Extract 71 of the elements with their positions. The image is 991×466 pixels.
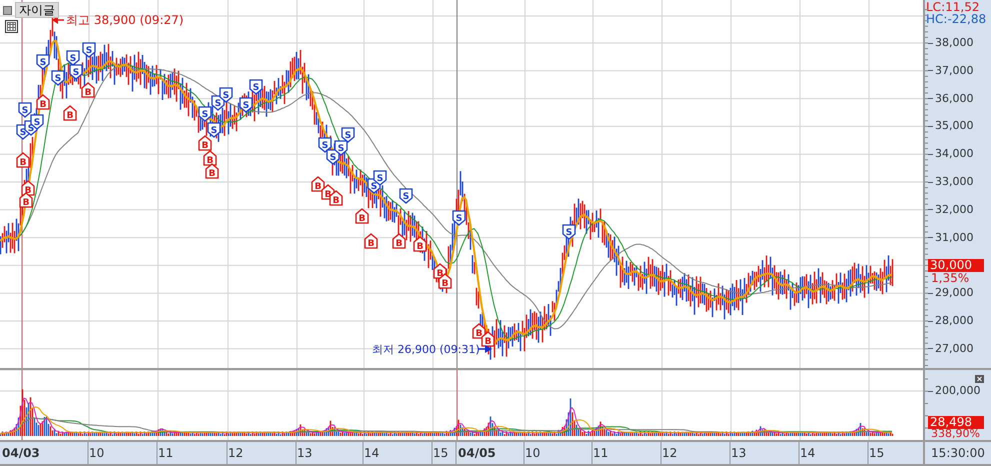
arrow-icon bbox=[478, 345, 492, 353]
sell-signal-marker: S bbox=[207, 122, 221, 138]
time-axis-label: 11 bbox=[593, 446, 608, 460]
buy-signal-marker: B bbox=[198, 135, 212, 151]
time-axis-label: 10 bbox=[525, 446, 540, 460]
buy-signal-marker: B bbox=[81, 82, 95, 98]
buy-signal-marker: B bbox=[205, 163, 219, 179]
axis-label: 33,000 bbox=[935, 176, 974, 188]
buy-signal-marker: B bbox=[481, 331, 495, 347]
axis-label: 37,000 bbox=[935, 64, 974, 77]
time-axis-label: 04/03 bbox=[2, 446, 40, 460]
sell-signal-marker: S bbox=[399, 188, 413, 204]
time-axis-label: 14 bbox=[800, 446, 816, 460]
current-volume-tag: 28,498 bbox=[928, 416, 984, 429]
sell-signal-marker: S bbox=[239, 97, 253, 113]
buy-signal-marker: B bbox=[355, 208, 369, 224]
sell-signal-marker: S bbox=[452, 210, 466, 226]
buy-signal-marker: B bbox=[413, 236, 427, 252]
time-axis-label: 12 bbox=[228, 446, 244, 460]
hc-value: HC:-22,88 bbox=[926, 13, 986, 25]
axis-label: 200,000 bbox=[935, 385, 980, 397]
axis-label: 36,000 bbox=[935, 92, 974, 105]
sell-signal-marker: S bbox=[66, 50, 80, 66]
time-axis-label: 13 bbox=[731, 446, 746, 460]
axis-label: 38,000 bbox=[935, 37, 974, 49]
buy-signal-marker: B bbox=[19, 192, 33, 208]
buy-signal-marker: B bbox=[63, 105, 77, 121]
buy-signal-marker: B bbox=[311, 176, 325, 192]
sell-signal-marker: S bbox=[36, 54, 50, 70]
buy-signal-marker: B bbox=[203, 150, 217, 166]
close-icon[interactable] bbox=[975, 375, 984, 383]
high-price-note: 최고 38,900 (09:27) bbox=[66, 13, 184, 27]
buy-signal-marker: B bbox=[16, 152, 30, 168]
change-percent: 1,35% bbox=[931, 272, 970, 286]
axis-label: 34,000 bbox=[935, 148, 974, 160]
axis-label: 28,000 bbox=[935, 315, 974, 327]
sell-signal-marker: S bbox=[82, 42, 96, 58]
lc-value: LC:11,52 bbox=[926, 1, 980, 13]
time-axis-label: 04/05 bbox=[458, 446, 496, 460]
axis-label: 32,000 bbox=[935, 204, 974, 216]
axis-label: 35,000 bbox=[935, 120, 974, 132]
time-axis-label: 13 bbox=[297, 446, 312, 460]
window-control-icon[interactable] bbox=[3, 6, 12, 14]
buy-signal-marker: B bbox=[392, 233, 406, 249]
buy-signal-marker: B bbox=[329, 190, 343, 206]
buy-signal-marker: B bbox=[36, 94, 50, 110]
axis-label: 31,000 bbox=[935, 232, 974, 244]
time-axis-label: 11 bbox=[158, 446, 174, 460]
sell-signal-marker: S bbox=[334, 140, 348, 156]
stock-name-tab[interactable]: 자이글 bbox=[15, 2, 59, 18]
sell-signal-marker: S bbox=[18, 102, 32, 118]
arrow-icon bbox=[52, 16, 64, 24]
axis-label: 29,000 bbox=[935, 287, 974, 300]
sell-signal-marker: S bbox=[562, 224, 576, 240]
table-icon[interactable] bbox=[5, 20, 18, 33]
time-axis-label: 14 bbox=[364, 446, 380, 460]
sell-signal-marker: S bbox=[219, 87, 233, 103]
current-price-tag: 30,000 bbox=[928, 259, 984, 272]
time-axis-label: 15 bbox=[869, 446, 884, 460]
time-axis-label: 15 bbox=[433, 446, 448, 460]
time-axis-label: 12 bbox=[662, 446, 678, 460]
volume-change-percent: 338,90% bbox=[931, 428, 980, 439]
sell-signal-marker: S bbox=[69, 64, 83, 80]
time-label: 15:30:00 bbox=[923, 442, 991, 466]
sell-signal-marker: S bbox=[51, 70, 65, 86]
sell-signal-marker: S bbox=[249, 79, 263, 95]
sell-signal-marker: S bbox=[341, 127, 355, 143]
buy-signal-marker: B bbox=[364, 233, 378, 249]
sell-signal-marker: S bbox=[198, 106, 212, 122]
axis-label: 27,000 bbox=[935, 342, 974, 355]
time-axis-label: 10 bbox=[89, 446, 104, 460]
